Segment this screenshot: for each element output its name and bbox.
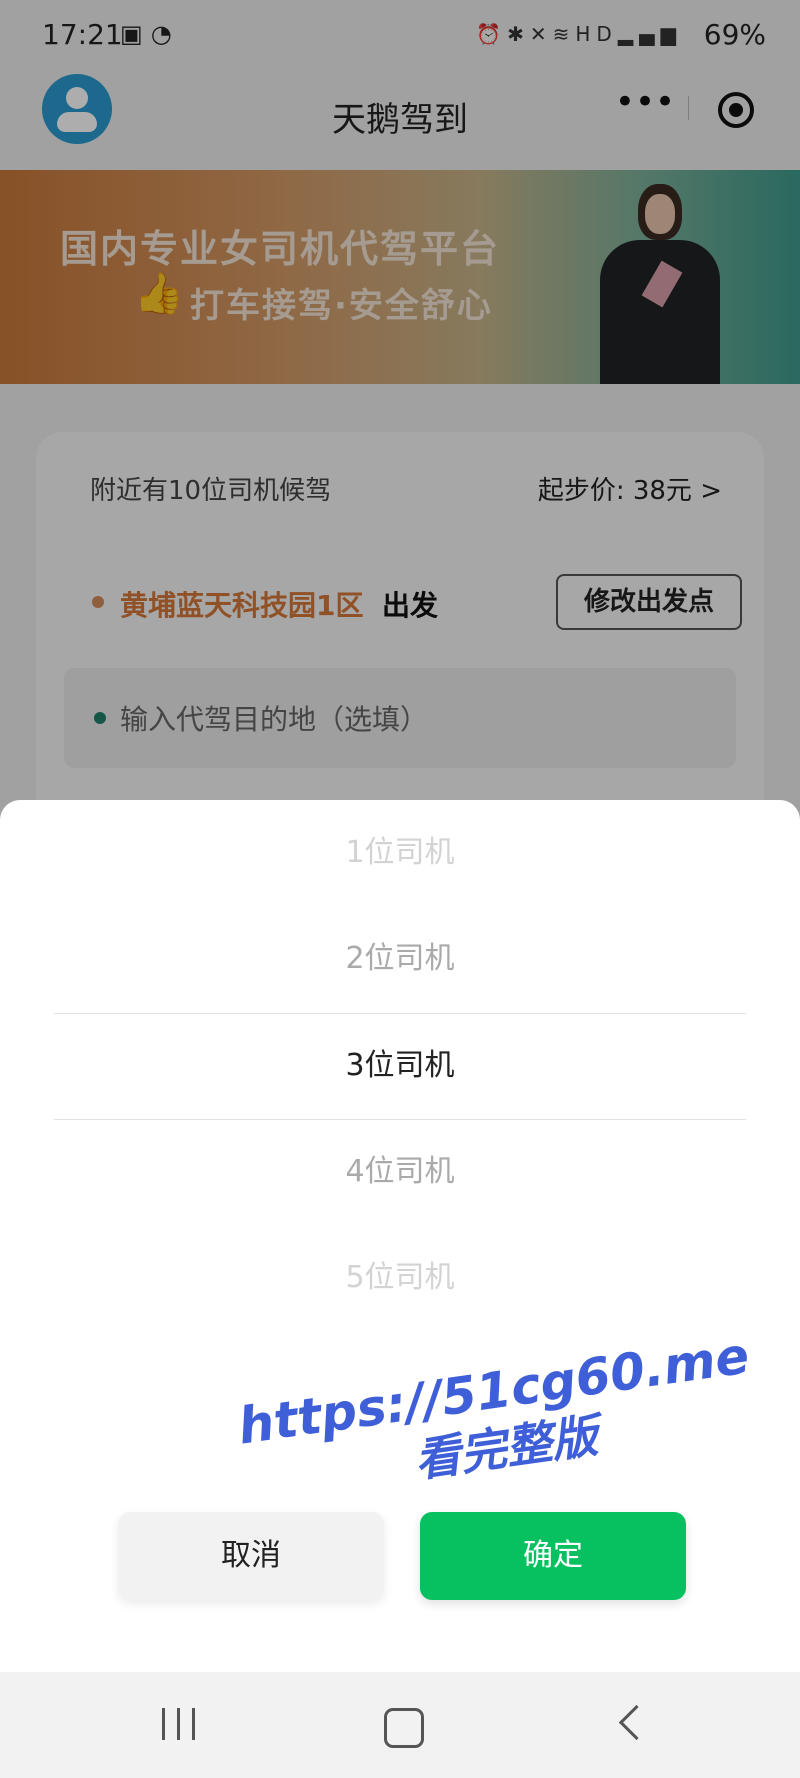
- recents-bar: [162, 1708, 165, 1740]
- home-icon[interactable]: [384, 1708, 424, 1748]
- picker-option[interactable]: 2位司机: [0, 906, 800, 1012]
- picker-option[interactable]: 4位司机: [0, 1119, 800, 1225]
- recents-bar: [192, 1708, 195, 1740]
- system-navigation-bar: [0, 1672, 800, 1778]
- recents-icon[interactable]: [162, 1702, 198, 1748]
- recents-bar: [177, 1708, 180, 1740]
- picker-option[interactable]: 5位司机: [0, 1225, 800, 1331]
- cancel-button[interactable]: 取消: [118, 1512, 384, 1600]
- driver-count-picker: 1位司机 2位司机 3位司机 4位司机 5位司机 取消 确定: [0, 800, 800, 1672]
- back-icon[interactable]: [616, 1702, 655, 1748]
- back-chevron: [618, 1704, 655, 1741]
- picker-option-selected[interactable]: 3位司机: [0, 1013, 800, 1119]
- confirm-button[interactable]: 确定: [420, 1512, 686, 1600]
- picker-option[interactable]: 1位司机: [0, 800, 800, 906]
